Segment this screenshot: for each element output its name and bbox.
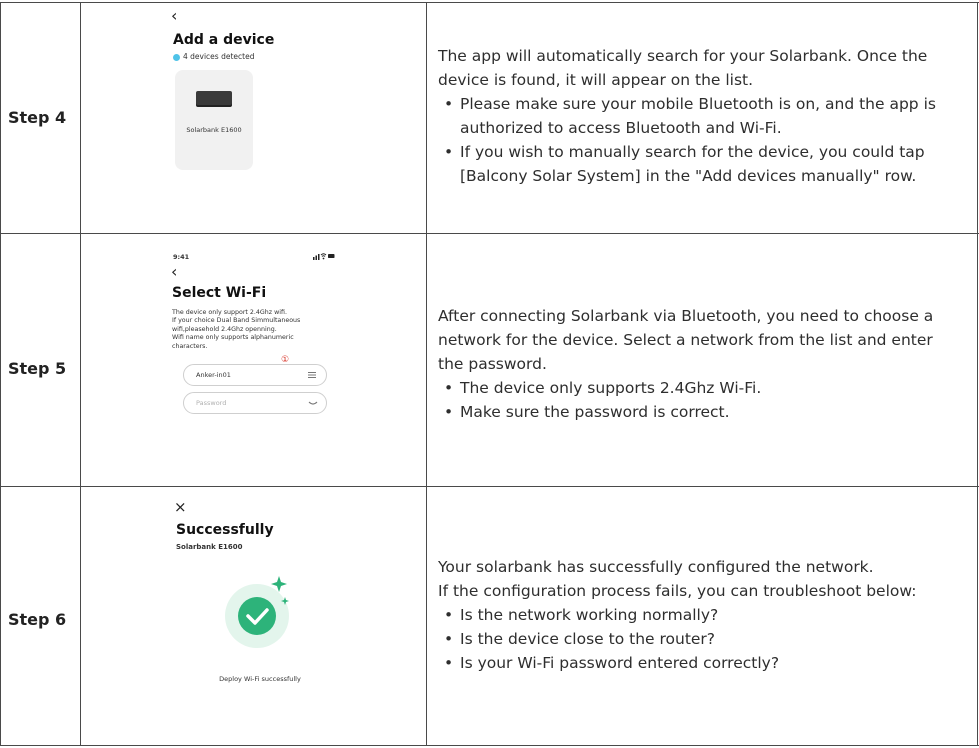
description-line: Your solarbank has successfully configur…: [438, 558, 874, 576]
bullet-item: Is the device close to the router?: [438, 627, 958, 651]
wifi-name-value: Anker-in01: [196, 371, 231, 379]
add-device-screen: ‹ Add a device 4 devices detected Solarb…: [150, 6, 410, 226]
bullet-list: The device only supports 2.4Ghz Wi-Fi. M…: [438, 376, 958, 424]
back-chevron-icon[interactable]: ‹: [171, 6, 177, 25]
wifi-select-field[interactable]: Anker-in01: [183, 364, 327, 386]
status-icons: [313, 253, 335, 260]
solarbank-device-icon: [196, 91, 232, 105]
close-icon[interactable]: ×: [174, 498, 187, 516]
table-border-row1: [0, 233, 979, 234]
table-border-right: [977, 2, 978, 746]
step-label: Step 5: [8, 359, 67, 378]
table-divider-2: [426, 2, 427, 746]
screen-title: Select Wi-Fi: [172, 285, 267, 301]
bullet-item: Make sure the password is correct.: [438, 400, 958, 424]
step-description: Your solarbank has successfully configur…: [438, 555, 958, 675]
bullet-item: Is the network working normally?: [438, 603, 958, 627]
detect-dot-icon: [173, 54, 180, 61]
description-text: After connecting Solarbank via Bluetooth…: [438, 307, 934, 373]
password-placeholder: Password: [196, 399, 227, 407]
device-name: Solarbank E1600: [186, 126, 242, 134]
bullet-list: Is the network working normally? Is the …: [438, 603, 958, 675]
bullet-item: If you wish to manually search for the d…: [438, 140, 958, 188]
battery-icon: [328, 254, 335, 258]
table-border-bottom: [0, 745, 979, 746]
step-description: The app will automatically search for yo…: [438, 44, 958, 188]
step-description: After connecting Solarbank via Bluetooth…: [438, 304, 958, 424]
signal-icon: [313, 254, 320, 260]
screen-title: Successfully: [176, 522, 274, 538]
success-check-icon: [225, 576, 289, 648]
status-time: 9:41: [173, 253, 190, 261]
device-card[interactable]: Solarbank E1600: [175, 70, 253, 170]
list-icon[interactable]: [308, 372, 316, 378]
step-label: Step 6: [8, 610, 67, 629]
table-border-top: [0, 2, 979, 3]
bullet-item: Please make sure your mobile Bluetooth i…: [438, 92, 958, 140]
instruction-table: Step 4 ‹ Add a device 4 devices detected…: [0, 0, 979, 748]
select-wifi-screen: 9:41 ‹ Select Wi-Fi The device only supp…: [150, 240, 410, 480]
description-text: The app will automatically search for yo…: [438, 47, 928, 89]
table-border-row2: [0, 486, 979, 487]
deploy-status-text: Deploy Wi-Fi successfully: [219, 675, 301, 683]
bullet-list: Please make sure your mobile Bluetooth i…: [438, 92, 958, 188]
screen-subtitle: Solarbank E1600: [176, 543, 243, 551]
info-line: characters.: [172, 342, 208, 350]
screen-title: Add a device: [173, 32, 275, 48]
table-border-left: [0, 2, 1, 746]
detected-text: 4 devices detected: [183, 52, 255, 61]
bullet-item: The device only supports 2.4Ghz Wi-Fi.: [438, 376, 958, 400]
description-line: If the configuration process fails, you …: [438, 582, 917, 600]
info-line: The device only support 2.4Ghz wifi.: [172, 309, 287, 316]
chevron-down-icon[interactable]: [308, 401, 318, 406]
table-divider-1: [80, 2, 81, 746]
back-chevron-icon[interactable]: ‹: [171, 262, 177, 281]
step-label: Step 4: [8, 108, 67, 127]
info-line: wifi,pleasehold 2.4Ghz openning.: [172, 325, 277, 333]
success-screen: × Successfully Solarbank E1600 Deploy Wi…: [150, 496, 410, 736]
wifi-icon: [320, 253, 327, 260]
info-text: The device only support 2.4Ghz wifi. If …: [172, 309, 332, 351]
info-line: Wifi name only supports alphanumeric: [172, 334, 294, 342]
bullet-item: Is your Wi-Fi password entered correctly…: [438, 651, 958, 675]
info-line: If your choice Dual Band Simmultaneous: [172, 317, 301, 325]
password-field[interactable]: Password: [183, 392, 327, 414]
